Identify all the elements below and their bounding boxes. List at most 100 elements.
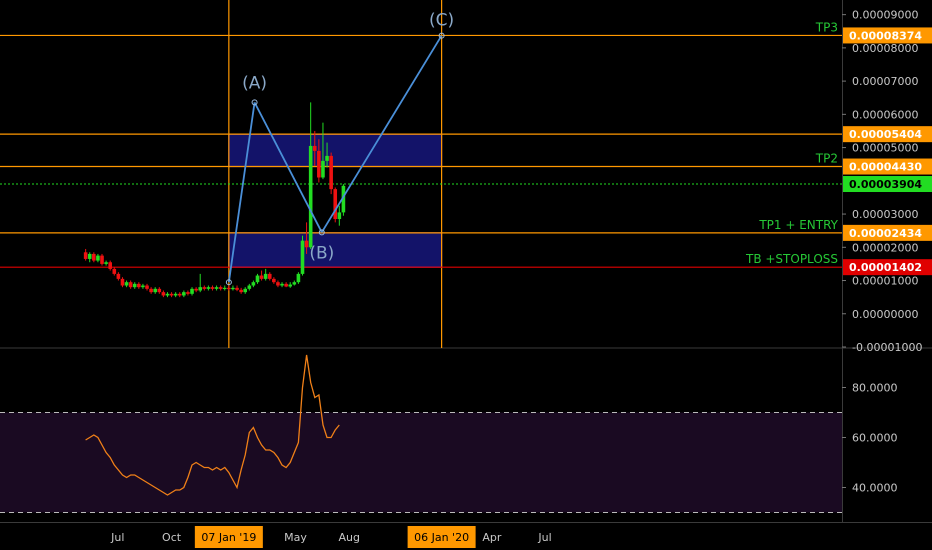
candle-body: [173, 293, 178, 296]
candle-body: [263, 273, 268, 279]
candle-body: [300, 240, 305, 274]
candle-body: [116, 273, 121, 279]
rsi-band: [0, 412, 842, 513]
candle-body: [137, 283, 141, 288]
candle-body: [247, 285, 252, 289]
candle-body: [222, 287, 227, 290]
candle-body: [141, 285, 145, 288]
time-label-oct: Oct: [162, 531, 182, 544]
candle-body: [214, 287, 219, 289]
time-label-jul: Jul: [110, 531, 124, 544]
candle-body: [227, 287, 231, 290]
candle-body: [177, 293, 182, 296]
wave-label-a: (A): [242, 73, 267, 93]
candle-body: [317, 150, 321, 178]
time-label-aug: Aug: [339, 531, 360, 544]
candle-body: [280, 283, 284, 286]
wave-label-b: (B): [309, 243, 334, 263]
candle-body: [145, 285, 149, 289]
candle-body: [186, 292, 190, 294]
time-label-apr: Apr: [482, 531, 502, 544]
candle-body: [112, 268, 117, 274]
price-tick-label: 0.00001000: [852, 275, 918, 288]
price-label-0.00002434: 0.00002434: [849, 227, 922, 240]
price-label-0.00004430: 0.00004430: [849, 161, 922, 174]
candle-body: [292, 282, 297, 285]
candle-body: [218, 287, 223, 289]
price-tick-label: 0.00002000: [852, 241, 918, 254]
rsi-pane: [0, 412, 842, 513]
candle-body: [333, 189, 338, 220]
candle-body: [83, 252, 88, 259]
time-label-07-jan-19: 07 Jan '19: [201, 531, 256, 544]
candle-body: [267, 273, 272, 279]
candle-body: [104, 262, 108, 264]
price-tick-label: 0.00008000: [852, 42, 918, 55]
candle-body: [296, 273, 301, 283]
candle-body: [206, 287, 211, 289]
price-tick-label: 0.00000000: [852, 308, 918, 321]
candle-body: [288, 284, 293, 287]
rsi-tick-label: 80.0000: [852, 382, 898, 395]
price-tick-label: -0.00001000: [852, 341, 922, 354]
candle-body: [128, 282, 133, 288]
candle-body: [235, 287, 239, 290]
candle-body: [321, 160, 325, 178]
rsi-tick-label: 40.0000: [852, 482, 898, 495]
candle-body: [312, 145, 317, 151]
candle-body: [284, 283, 288, 287]
price-tick-label: 0.00003000: [852, 208, 918, 221]
rsi-tick-label: 60.0000: [852, 432, 898, 445]
zone-box-2: [228, 232, 443, 268]
price-label-0.00005404: 0.00005404: [849, 128, 922, 141]
price-tick-label: 0.00009000: [852, 9, 918, 22]
candle-body: [194, 288, 198, 291]
candle-body: [198, 287, 203, 291]
level-name-tp3: TP3: [815, 20, 838, 34]
price-tick-label: 0.00006000: [852, 108, 918, 121]
candle-body: [304, 240, 309, 248]
candle-body: [157, 288, 162, 293]
candle-body: [161, 292, 166, 296]
candle-body: [325, 155, 329, 161]
candle-body: [120, 278, 125, 286]
time-label-jul: Jul: [537, 531, 551, 544]
level-name-tp1-entry: TP1 + ENTRY: [758, 218, 838, 232]
candle-body: [165, 293, 170, 296]
candle-body: [210, 287, 215, 289]
candle-body: [255, 275, 260, 283]
price-tick-label: 0.00005000: [852, 142, 918, 155]
candle-body: [100, 255, 104, 264]
candle-body: [329, 155, 333, 190]
candle-body: [259, 275, 264, 279]
price-tick-label: 0.00007000: [852, 75, 918, 88]
trading-chart[interactable]: (A)(B)(C) TP3TP2TP1 + ENTRYTB +STOPLOSS …: [0, 0, 932, 550]
zone-box-1: [228, 133, 443, 168]
candle-body: [153, 288, 158, 293]
candle-body: [96, 255, 100, 261]
candle-body: [272, 278, 276, 283]
level-name-tp2: TP2: [815, 152, 838, 166]
candle-body: [337, 212, 342, 220]
candle-body: [87, 253, 92, 259]
candle-body: [251, 282, 256, 286]
candle-body: [239, 289, 243, 293]
level-name-tb-stoploss: TB +STOPLOSS: [745, 252, 838, 266]
candle-body: [202, 287, 207, 289]
current-price-label: 0.00003904: [849, 178, 922, 191]
candle-body: [169, 293, 174, 296]
candle-body: [92, 253, 96, 261]
candle-body: [149, 288, 153, 293]
wave-label-c: (C): [429, 11, 454, 31]
time-label-06-jan-20: 06 Jan '20: [414, 531, 469, 544]
candle-body: [308, 145, 313, 248]
time-label-may: May: [284, 531, 307, 544]
candle-body: [182, 292, 186, 296]
candle-body: [231, 287, 235, 290]
candle-body: [276, 282, 280, 286]
candle-body: [190, 288, 194, 294]
candle-body: [243, 288, 248, 293]
candle-body: [108, 262, 112, 269]
candle-body: [132, 283, 137, 288]
price-label-0.00001402: 0.00001402: [849, 261, 922, 274]
